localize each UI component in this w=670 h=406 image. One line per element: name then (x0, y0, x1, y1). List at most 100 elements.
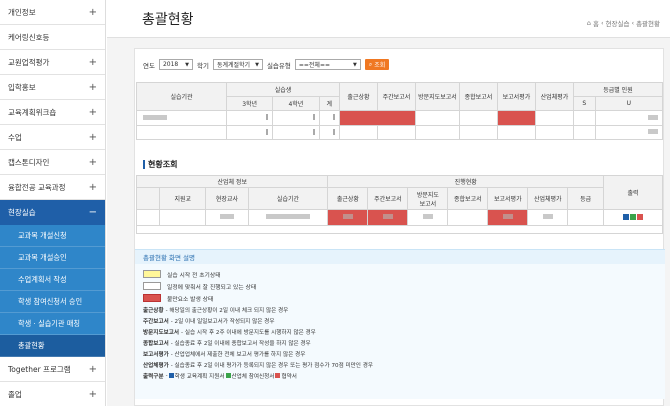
chip-initial (143, 270, 161, 278)
breadcrumb-fieldwork[interactable]: 현장실습 (606, 18, 630, 28)
sidebar-item-label: 입학홍보 (8, 82, 36, 92)
expand-icon: + (88, 388, 97, 400)
sidebar-item-personal[interactable]: 개인정보 + (0, 0, 105, 25)
col-field: 현장교사 (205, 187, 249, 210)
submenu-item-syllabus[interactable]: 수업계획서 작성 (0, 269, 105, 291)
cell (318, 125, 340, 140)
submenu-item-overview[interactable]: 총괄현황 (0, 335, 105, 357)
sidebar-item-label: 캡스톤디자인 (8, 157, 50, 167)
submenu-item-student-approve[interactable]: 학생 참여신청서 승인 (0, 291, 105, 313)
col-report: 보고서평가 (496, 82, 536, 111)
col-total: 계 (318, 96, 340, 111)
chip-label: 실습 시작 전 초기상태 (167, 272, 221, 279)
submenu-item-course-approve[interactable]: 교과목 개설승인 (0, 247, 105, 269)
legend-desc: 종합보고서 - 실습종료 후 2일 이내에 종합보고서 작성을 하지 않은 경우 (135, 337, 665, 348)
sidebar-item-graduation[interactable]: 졸업 + (0, 382, 105, 406)
sidebar-item-fieldwork[interactable]: 현장실습 − (0, 200, 105, 225)
legend-chip-row: 실습 시작 전 초기상태 (135, 268, 665, 280)
desc-name: 보고서평가 (143, 351, 169, 358)
desc-text: - 실습종료 후 2일 이내 평가가 등록되지 않은 경우 또는 평가 점수가 … (170, 362, 374, 369)
content-panel: 연도 2018 ▼ 학기 동계계절학기 ▼ 실습유형 ==전체== ▼ ⌕ 조회 (134, 48, 665, 406)
legend-desc: 산업체평가 - 실습종료 후 2일 이내 평가가 등록되지 않은 경우 또는 평가… (135, 359, 665, 370)
sidebar-item-label: 수업 (8, 132, 22, 142)
cell (458, 125, 498, 140)
sidebar-item-admission[interactable]: 입학홍보 + (0, 75, 105, 100)
company-print-icon[interactable] (630, 213, 636, 220)
chip-ok (143, 282, 161, 290)
desc-text: - 산업업체에서 제출한 전체 보고서 평가를 하지 않은 경우 (170, 351, 306, 358)
col-u: U (594, 96, 664, 111)
cell (159, 209, 207, 226)
summary-table: 실습기관 실습생 출근상황 주간보고서 방문지도보고서 종합보고서 보고서평가 … (136, 82, 664, 140)
col-report: 보고서평가 (487, 187, 529, 210)
cell (136, 225, 663, 234)
submenu-item-matching[interactable]: 학생 · 실습기관 매칭 (0, 313, 105, 335)
sidebar-item-label: Together 프로그램 (8, 364, 71, 374)
col-visit: 방문지도보고서 (414, 82, 460, 111)
table-row[interactable] (136, 125, 664, 140)
plan-print-icon[interactable] (623, 213, 629, 220)
chevron-down-icon: ▼ (255, 61, 259, 68)
cell (534, 110, 574, 126)
col-grade: 등급별 인원 (572, 82, 664, 97)
chevron-down-icon: ▼ (185, 61, 189, 68)
sidebar-item-convergence[interactable]: 융합전공 교육과정 + (0, 175, 105, 200)
col-final: 종합보고서 (458, 82, 498, 111)
main-area: 총괄현황 ⌂ 홈 ‹ 현장실습 ‹ 총괄현황 연도 2018 ▼ 학기 동계계절 (107, 0, 670, 406)
cell (376, 125, 416, 140)
col-info: 산업체 정보 (135, 175, 329, 188)
desc-text: - 해당일의 출근상황이 2일 이내 체크 되지 않은 경우 (165, 307, 289, 314)
cell-blurred (527, 209, 569, 226)
sidebar-item-caring[interactable]: 케어링신호등 (0, 25, 105, 50)
col-students: 실습생 (226, 82, 340, 97)
year-select[interactable]: 2018 ▼ (158, 59, 193, 70)
expand-icon: + (88, 56, 97, 68)
home-icon[interactable]: ⌂ (587, 19, 591, 27)
search-button[interactable]: ⌕ 조회 (364, 59, 390, 70)
sidebar-item-workshop[interactable]: 교육계획위크숍 + (0, 100, 105, 125)
search-icon: ⌕ (368, 60, 373, 68)
cell (447, 209, 489, 226)
output-label: 협약서 (281, 373, 297, 380)
legend-desc: 주간보고서 - 2일 이내 일일보고서가 작성되지 않은 경우 (135, 315, 665, 326)
legend-title: 총괄현황 화면 설명 (135, 250, 665, 264)
year-label: 연도 (143, 61, 155, 70)
cell-red (327, 209, 369, 226)
status-table: 산업체 정보 진행현황 출력 지원교 현장교사 실습기간 출근상황 주간보고서 … (135, 175, 663, 234)
sidebar-item-capstone[interactable]: 캡스톤디자인 + (0, 150, 105, 175)
cell (135, 209, 161, 226)
desc-name: 산업체평가 (143, 362, 169, 369)
desc-name: 방문지도보고서 (143, 329, 180, 336)
breadcrumb-home[interactable]: 홈 (593, 18, 599, 28)
expand-icon: + (88, 363, 97, 375)
sidebar-item-together[interactable]: Together 프로그램 + (0, 357, 105, 382)
table-row[interactable] (136, 110, 664, 126)
type-select[interactable]: ==전체== ▼ (294, 59, 361, 70)
submenu-item-course-apply[interactable]: 교과목 개설신청 (0, 225, 105, 247)
cell (414, 125, 460, 140)
cell (534, 125, 574, 140)
expand-icon: + (88, 6, 97, 18)
page-header: 총괄현황 ⌂ 홈 ‹ 현장실습 ‹ 총괄현황 (107, 0, 670, 38)
desc-text: - 2일 이내 일일보고서가 작성되지 않은 경우 (170, 318, 275, 325)
legend-box: 총괄현황 화면 설명 실습 시작 전 초기상태 일정에 맞춰서 잘 진행되고 있… (135, 249, 665, 399)
agreement-print-icon[interactable] (637, 213, 643, 220)
col-eval: 산업체평가 (534, 82, 574, 111)
cell (496, 125, 536, 140)
col-progress: 진행현황 (327, 175, 605, 188)
cell (567, 209, 605, 226)
table-row[interactable] (135, 209, 663, 226)
legend-output: 출력구분 - 학생 교육계획 지원서 산업체 참여신청서 협약서 (135, 370, 665, 381)
expand-icon: + (88, 131, 97, 143)
sidebar-item-label: 교원업적평가 (8, 57, 50, 67)
term-select[interactable]: 동계계절학기 ▼ (212, 59, 263, 70)
cell-blurred (247, 209, 329, 226)
cell (594, 125, 664, 140)
cell (318, 110, 340, 126)
cell (225, 125, 274, 140)
col-attend: 출근상황 (338, 82, 378, 111)
section-marker (143, 160, 145, 169)
sidebar-item-class[interactable]: 수업 + (0, 125, 105, 150)
legend-desc: 방문지도보고서 - 실습 시작 후 2주 이내에 방문지도를 시행하지 않은 경우 (135, 326, 665, 337)
sidebar-item-eval[interactable]: 교원업적평가 + (0, 50, 105, 75)
